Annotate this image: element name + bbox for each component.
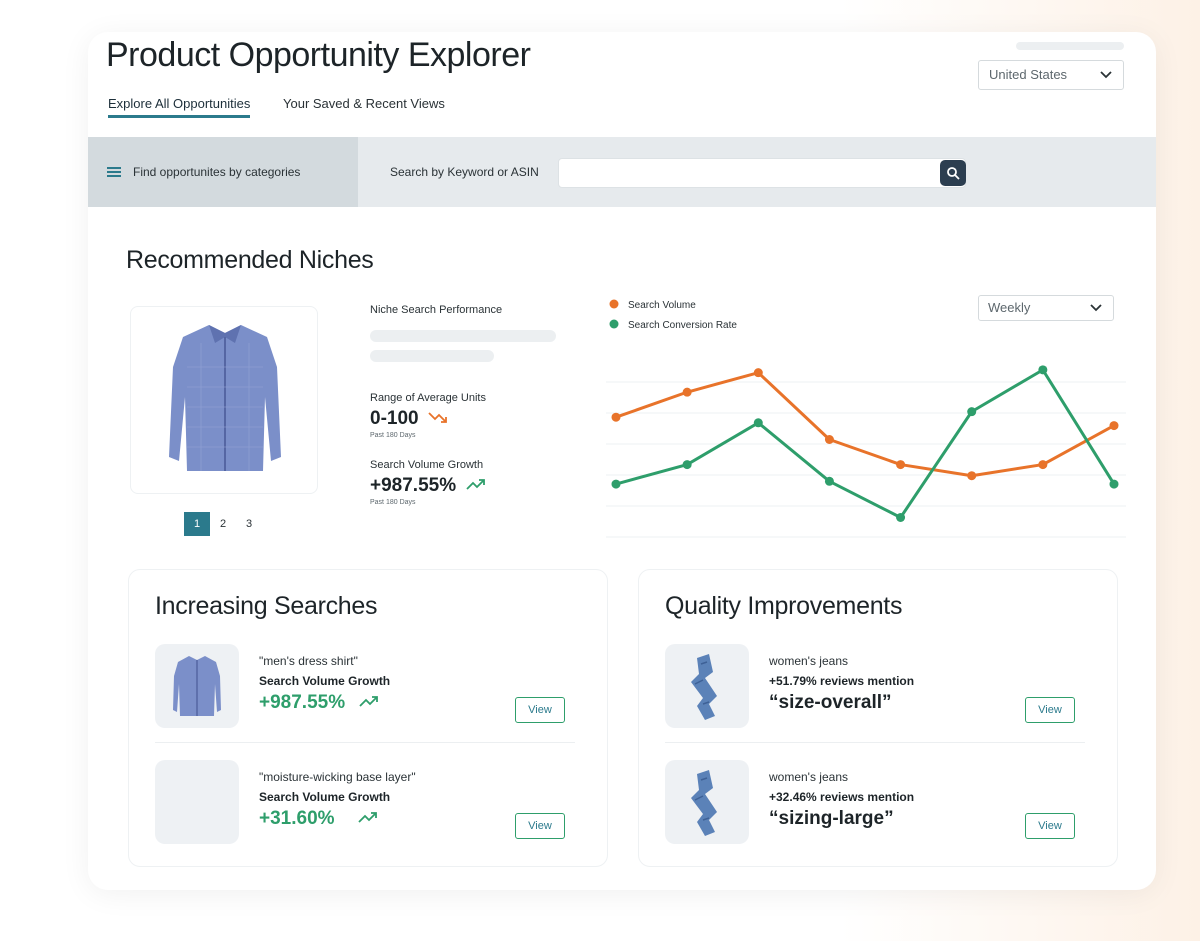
review-topic: “sizing-large” xyxy=(769,808,894,829)
search-button[interactable] xyxy=(940,160,966,186)
data-point[interactable] xyxy=(896,513,906,522)
product-thumbnail xyxy=(665,760,749,844)
category-browser-label: Find opportunites by categories xyxy=(133,165,301,179)
niche-performance-label: Niche Search Performance xyxy=(370,304,503,316)
divider xyxy=(665,742,1085,743)
niche-line-chart: Search Volume Search Conversion Rate xyxy=(606,299,1126,538)
period-select-value: Weekly xyxy=(988,300,1031,315)
page-1-button[interactable]: 1 xyxy=(184,512,210,536)
search-icon xyxy=(947,167,960,180)
metric-label: Search Volume Growth xyxy=(259,790,391,804)
data-point[interactable] xyxy=(611,479,621,489)
increasing-searches-title: Increasing Searches xyxy=(155,592,378,620)
growth-value: +987.55% xyxy=(259,692,346,713)
mention-stat: +51.79% reviews mention xyxy=(769,674,915,688)
growth-period: Past 180 Days xyxy=(370,499,416,506)
search-query: "men's dress shirt" xyxy=(259,654,358,668)
review-topic: “size-overall” xyxy=(769,692,892,713)
product-thumbnail xyxy=(665,644,749,728)
period-select[interactable]: Weekly xyxy=(978,295,1114,321)
view-button[interactable]: View xyxy=(515,697,565,723)
search-query: "moisture-wicking base layer" xyxy=(259,770,416,784)
product-name: women's jeans xyxy=(769,770,848,784)
data-point[interactable] xyxy=(1038,460,1048,470)
legend-label: Search Volume xyxy=(628,300,696,311)
view-button[interactable]: View xyxy=(515,813,565,839)
niche-product-image[interactable] xyxy=(130,306,318,494)
list-item: women's jeans +32.46% reviews mention “s… xyxy=(665,760,1085,844)
loading-placeholder xyxy=(370,350,494,362)
view-button[interactable]: View xyxy=(1025,813,1075,839)
country-select-value: United States xyxy=(989,67,1068,82)
legend-marker xyxy=(609,319,619,329)
increasing-searches-panel: Increasing Searches "men's dress shirt" … xyxy=(128,569,608,867)
keyword-search-label: Search by Keyword or ASIN xyxy=(390,165,539,179)
list-item: "moisture-wicking base layer" Search Vol… xyxy=(155,760,575,844)
data-point[interactable] xyxy=(611,412,621,422)
keyword-search-input[interactable] xyxy=(558,158,966,188)
category-browser-button[interactable]: Find opportunites by categories xyxy=(88,137,358,207)
niche-pager: 1 2 3 xyxy=(184,512,262,536)
chevron-down-icon xyxy=(1090,304,1102,312)
data-point[interactable] xyxy=(753,368,763,378)
product-name: women's jeans xyxy=(769,654,848,668)
loading-placeholder xyxy=(370,330,556,342)
view-button[interactable]: View xyxy=(1025,697,1075,723)
trend-up-icon xyxy=(465,479,485,490)
tab-saved-recent[interactable]: Your Saved & Recent Views xyxy=(283,96,445,111)
legend-marker xyxy=(609,299,619,309)
list-item: women's jeans +51.79% reviews mention “s… xyxy=(665,644,1085,728)
dress-shirt-image xyxy=(173,656,221,716)
page-2-button[interactable]: 2 xyxy=(210,512,236,536)
menu-icon xyxy=(107,167,121,177)
data-point[interactable] xyxy=(1109,421,1119,431)
metric-label: Search Volume Growth xyxy=(259,674,391,688)
data-point[interactable] xyxy=(967,471,977,481)
jeans-image xyxy=(691,770,717,836)
growth-label: Search Volume Growth xyxy=(370,459,484,471)
trend-up-icon xyxy=(358,696,378,707)
page-3-button[interactable]: 3 xyxy=(236,512,262,536)
divider xyxy=(155,742,575,743)
data-point[interactable] xyxy=(1109,479,1119,489)
data-point[interactable] xyxy=(967,407,977,417)
trend-up-icon xyxy=(358,812,377,823)
data-point[interactable] xyxy=(682,460,692,470)
data-point[interactable] xyxy=(824,435,834,444)
search-bar: Find opportunites by categories Search b… xyxy=(88,137,1156,207)
list-item: "men's dress shirt" Search Volume Growth… xyxy=(155,644,575,728)
product-thumbnail xyxy=(155,760,239,844)
data-point[interactable] xyxy=(753,418,763,428)
growth-value: +31.60% xyxy=(259,808,335,829)
chevron-down-icon xyxy=(1100,71,1112,79)
data-point[interactable] xyxy=(1038,365,1048,375)
jeans-image xyxy=(691,654,717,720)
niche-stats: Niche Search Performance Range of Averag… xyxy=(370,304,570,506)
data-point[interactable] xyxy=(896,460,906,470)
growth-value: +987.55% xyxy=(370,475,457,496)
country-select[interactable]: United States xyxy=(978,60,1124,90)
recommended-niches-title: Recommended Niches xyxy=(126,246,374,274)
mention-stat: +32.46% reviews mention xyxy=(769,790,915,804)
avg-units-label: Range of Average Units xyxy=(370,392,486,404)
product-thumbnail xyxy=(155,644,239,728)
data-point[interactable] xyxy=(824,476,834,486)
page-title: Product Opportunity Explorer xyxy=(106,36,531,74)
quality-improvements-panel: Quality Improvements women's jeans +51.7… xyxy=(638,569,1118,867)
avg-units-value: 0-100 xyxy=(370,408,419,429)
series-line xyxy=(615,371,1115,478)
tab-explore-all[interactable]: Explore All Opportunities xyxy=(108,96,251,118)
avg-units-period: Past 180 Days xyxy=(370,432,416,439)
loading-placeholder xyxy=(1016,42,1124,50)
trend-down-icon xyxy=(428,412,447,423)
data-point[interactable] xyxy=(682,387,692,397)
dress-shirt-image xyxy=(169,325,281,471)
quality-improvements-title: Quality Improvements xyxy=(665,592,903,620)
main-card: Product Opportunity Explorer United Stat… xyxy=(88,32,1156,890)
legend-label: Search Conversion Rate xyxy=(628,320,737,331)
